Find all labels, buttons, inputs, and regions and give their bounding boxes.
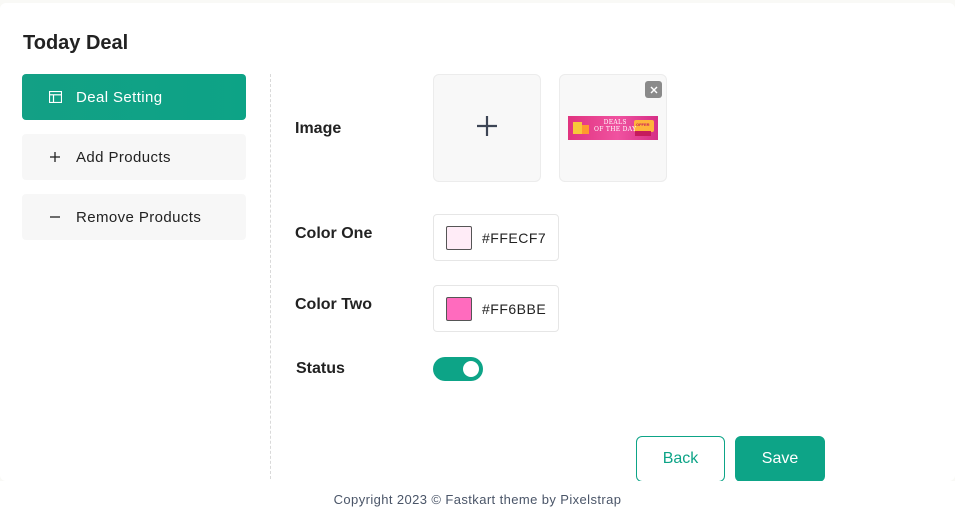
deal-banner-thumbnail: DEALS OF THE DAY OFFER <box>568 116 658 140</box>
status-label: Status <box>296 360 345 377</box>
image-preview: DEALS OF THE DAY OFFER <box>559 74 667 182</box>
color-one-value: #FFECF7 <box>482 229 547 246</box>
color-one-label: Color One <box>295 225 373 242</box>
plus-icon <box>48 152 62 162</box>
save-button[interactable]: Save <box>735 436 825 482</box>
nav-item-remove-products[interactable]: Remove Products <box>22 194 246 240</box>
color-two-picker[interactable]: #FF6BBE <box>433 285 559 332</box>
plus-icon <box>476 115 498 142</box>
image-label: Image <box>295 120 342 137</box>
close-icon <box>650 81 658 99</box>
color-two-value: #FF6BBE <box>482 300 547 317</box>
page-title: Today Deal <box>23 32 129 54</box>
nav-item-add-products[interactable]: Add Products <box>22 134 246 180</box>
nav-item-label: Remove Products <box>76 208 202 226</box>
table-icon <box>48 91 62 103</box>
nav-item-label: Deal Setting <box>76 88 163 106</box>
back-button[interactable]: Back <box>636 436 725 482</box>
nav-item-label: Add Products <box>76 148 171 166</box>
side-nav: Deal Setting Add Products Remove Product… <box>22 74 246 254</box>
nav-item-deal-setting[interactable]: Deal Setting <box>22 74 246 120</box>
minus-icon <box>48 212 62 222</box>
vertical-divider <box>270 74 271 484</box>
color-one-picker[interactable]: #FFECF7 <box>433 214 559 261</box>
toggle-knob <box>463 361 479 377</box>
color-two-label: Color Two <box>295 296 373 313</box>
color-one-swatch[interactable] <box>446 225 472 250</box>
copyright-text: Copyright 2023 © Fastkart theme by Pixel… <box>333 491 622 507</box>
status-toggle[interactable] <box>433 357 483 381</box>
footer: Copyright 2023 © Fastkart theme by Pixel… <box>0 481 955 517</box>
color-two-swatch[interactable] <box>446 296 472 321</box>
settings-card: Today Deal Deal Setting Add Products Rem… <box>0 3 955 484</box>
banner-text: DEALS OF THE DAY <box>594 119 637 133</box>
remove-image-button[interactable] <box>645 81 662 98</box>
image-upload-button[interactable] <box>433 74 541 182</box>
banner-tag: OFFER <box>636 122 650 127</box>
